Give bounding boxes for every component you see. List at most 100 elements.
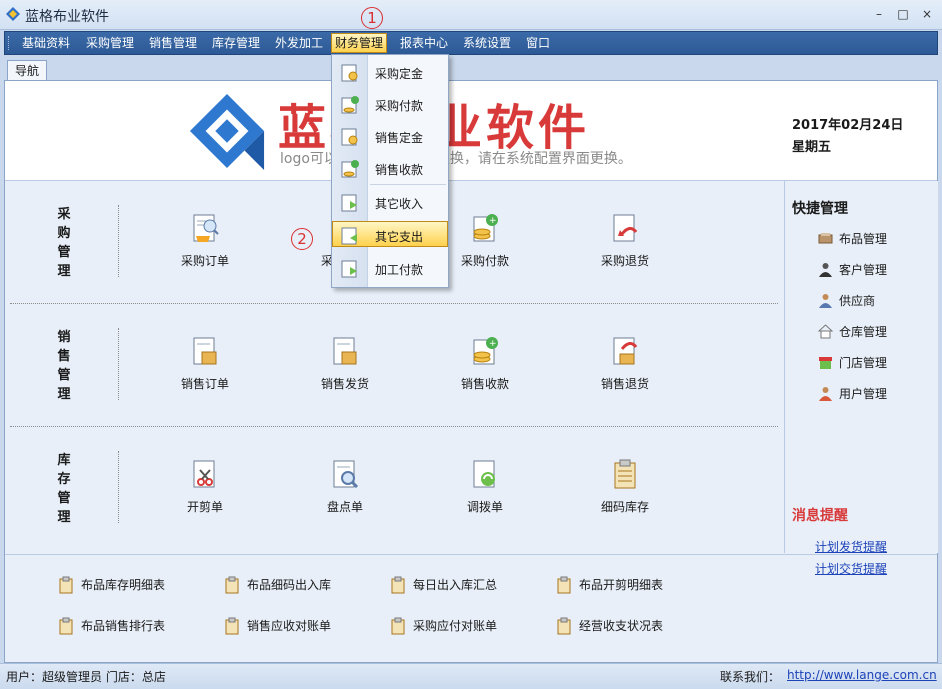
dropdown-item-sales-collection[interactable]: 销售收款 <box>333 155 447 181</box>
dropdown-item-sales-deposit[interactable]: 销售定金 <box>333 123 447 149</box>
svg-text:+: + <box>489 339 497 349</box>
tile-sales-order[interactable]: 销售订单 <box>160 335 250 392</box>
section-title-char: 采 <box>57 207 71 222</box>
tab-navigation[interactable]: 导航 <box>7 60 47 81</box>
section-divider <box>118 451 119 523</box>
link-planned-delivery[interactable]: 计划发货提醒 <box>815 538 887 555</box>
row-divider <box>10 426 778 427</box>
user-icon <box>819 387 832 401</box>
section-title-char: 销 <box>57 330 71 345</box>
tile-purchase-payment[interactable]: + 采购付款 <box>440 212 530 269</box>
section-title-char: 购 <box>57 226 71 241</box>
dropdown-item-other-income[interactable]: 其它收入 <box>333 189 447 215</box>
section-title-char: 理 <box>57 510 71 525</box>
sales-order-icon <box>193 337 217 365</box>
tile-transfer[interactable]: 调拨单 <box>440 458 530 515</box>
sales-deposit-icon <box>341 128 358 146</box>
section-title-char: 库 <box>57 453 71 468</box>
brand-logo-icon <box>189 93 265 170</box>
tile-purchase-return[interactable]: 采购退货 <box>580 212 670 269</box>
menu-finance[interactable]: 财务管理 <box>331 33 388 53</box>
title-bar: 蓝格布业软件 – □ × <box>0 0 942 30</box>
current-date: 2017年02月24日 <box>792 118 904 133</box>
processing-pay-icon <box>341 260 357 278</box>
section-title-char: 理 <box>57 264 71 279</box>
tile-cutting-order[interactable]: 开剪单 <box>160 458 250 515</box>
row-divider <box>10 303 778 304</box>
section-divider <box>118 205 119 277</box>
section-title-char: 存 <box>57 472 71 487</box>
sales-collect-icon <box>341 160 359 178</box>
customer-icon <box>819 263 832 277</box>
dropdown-item-processing-payment[interactable]: 加工付款 <box>333 255 447 281</box>
dropdown-item-other-expense[interactable]: 其它支出 <box>332 221 448 247</box>
menu-settings[interactable]: 系统设置 <box>460 32 514 54</box>
section-title-char: 管 <box>57 491 71 506</box>
quick-management-title: 快捷管理 <box>792 201 848 217</box>
restore-button[interactable]: □ <box>894 6 912 22</box>
status-website-link[interactable]: http://www.lange.com.cn <box>787 668 937 682</box>
status-contact-label: 联系我们： <box>720 670 781 684</box>
dropdown-item-purchase-deposit[interactable]: 采购定金 <box>333 59 447 85</box>
link-planned-handover[interactable]: 计划交货提醒 <box>815 560 887 577</box>
section-title-char: 管 <box>57 368 71 383</box>
menu-window[interactable]: 窗口 <box>523 32 553 54</box>
report-area <box>5 554 937 662</box>
tile-sales-delivery[interactable]: 销售发货 <box>300 335 390 392</box>
sales-delivery-icon <box>333 337 357 365</box>
menu-grip <box>8 36 11 50</box>
finance-dropdown-menu: 采购定金 采购付款 销售定金 销售收款 其它收入 其它支出 加工付款 <box>331 54 449 288</box>
clipboard-icon <box>557 576 571 594</box>
status-user-store: 用户：超级管理员 门店：总店 <box>6 670 166 684</box>
menu-basic-data[interactable]: 基础资料 <box>19 32 73 54</box>
dropdown-separator <box>370 184 446 185</box>
menu-outsourcing[interactable]: 外发加工 <box>272 32 326 54</box>
message-reminder-title: 消息提醒 <box>792 508 848 524</box>
status-bar: 用户：超级管理员 门店：总店 联系我们： http://www.lange.co… <box>0 663 942 689</box>
tile-stocktake[interactable]: 盘点单 <box>300 458 390 515</box>
transfer-icon <box>473 460 495 488</box>
purchase-order-icon <box>193 214 219 242</box>
clipboard-icon <box>391 576 405 594</box>
purchase-pay-icon <box>341 96 359 114</box>
menu-bar: 基础资料 采购管理 销售管理 库存管理 外发加工 财务管理 报表中心 系统设置 … <box>4 31 938 55</box>
section-title-char: 理 <box>57 387 71 402</box>
purchase-deposit-icon <box>341 64 358 82</box>
app-logo-icon <box>6 7 20 21</box>
fabric-icon <box>818 233 833 244</box>
clipboard-icon <box>391 617 405 635</box>
menu-reports[interactable]: 报表中心 <box>397 32 451 54</box>
detail-stock-icon <box>614 459 636 489</box>
warehouse-icon <box>818 324 833 339</box>
clipboard-icon <box>225 617 239 635</box>
section-divider <box>118 328 119 400</box>
dropdown-item-purchase-payment[interactable]: 采购付款 <box>333 91 447 117</box>
tile-purchase-order[interactable]: 采购订单 <box>160 212 250 269</box>
minimize-button[interactable]: – <box>870 6 888 22</box>
sales-return-icon <box>613 337 638 365</box>
svg-text:+: + <box>489 216 497 226</box>
supplier-icon <box>819 294 832 308</box>
current-weekday: 星期五 <box>792 140 832 155</box>
clipboard-icon <box>59 617 73 635</box>
tile-detail-stock[interactable]: 细码库存 <box>580 458 670 515</box>
section-title-char: 售 <box>57 349 71 364</box>
section-title-char: 管 <box>57 245 71 260</box>
stocktake-icon <box>333 460 359 489</box>
other-expense-icon <box>341 227 357 245</box>
callout-step-1: 1 <box>361 7 383 29</box>
section-title-inventory: 库存管理 <box>54 451 74 527</box>
window-title: 蓝格布业软件 <box>25 9 109 25</box>
tile-sales-receipt[interactable]: + 销售收款 <box>440 335 530 392</box>
cutting-order-icon <box>193 460 215 488</box>
menu-purchase[interactable]: 采购管理 <box>83 32 137 54</box>
store-icon <box>819 357 832 369</box>
close-button[interactable]: × <box>918 6 936 22</box>
clipboard-icon <box>59 576 73 594</box>
menu-inventory[interactable]: 库存管理 <box>209 32 263 54</box>
clipboard-icon <box>557 617 571 635</box>
sales-receipt-icon: + <box>473 337 498 365</box>
menu-sales[interactable]: 销售管理 <box>146 32 200 54</box>
tile-sales-return[interactable]: 销售退货 <box>580 335 670 392</box>
clipboard-icon <box>225 576 239 594</box>
